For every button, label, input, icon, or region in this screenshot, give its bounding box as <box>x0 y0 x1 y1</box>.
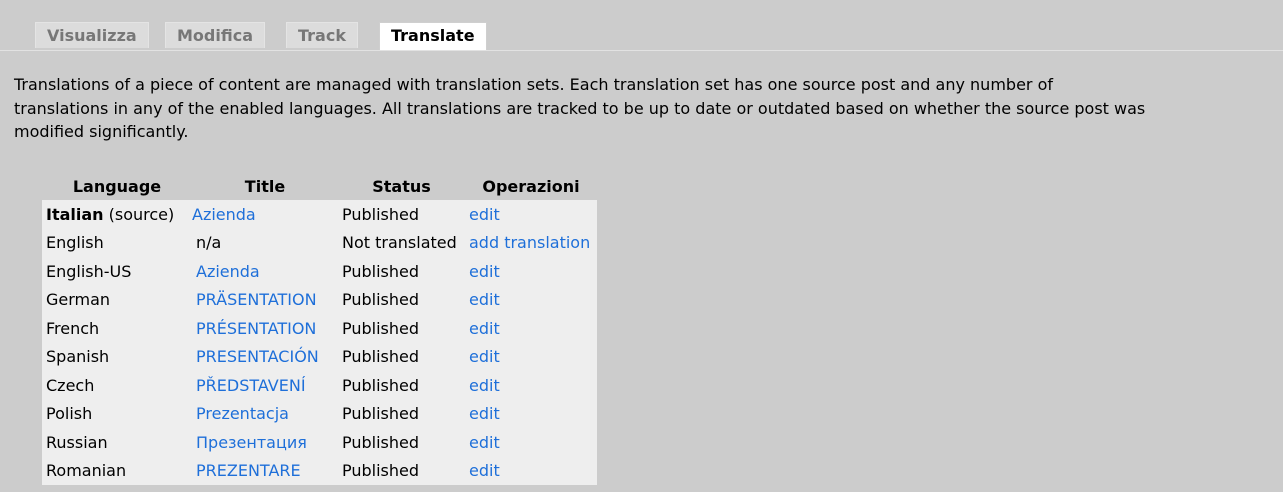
title-link[interactable]: Prezentacja <box>196 404 289 423</box>
language-cell: German <box>42 285 192 314</box>
translations-table: Language Title Status Operazioni Italian… <box>42 173 597 485</box>
edit-link[interactable]: edit <box>469 347 500 366</box>
table-row: German PRÄSENTATION Published edit <box>42 285 597 314</box>
intro-line-2: translations in any of the enabled langu… <box>14 98 1146 118</box>
table-row: Russian Презентация Published edit <box>42 428 597 457</box>
language-cell: Polish <box>42 399 192 428</box>
table-row: Polish Prezentacja Published edit <box>42 399 597 428</box>
title-cell: PŘEDSTAVENÍ <box>192 371 338 400</box>
language-cell: English <box>42 228 192 257</box>
operations-cell: edit <box>465 314 597 343</box>
tab-bar: Visualizza Modifica Track Translate <box>0 0 1283 51</box>
operations-cell: add translation <box>465 228 597 257</box>
title-link[interactable]: PŘEDSTAVENÍ <box>196 376 306 395</box>
table-row: Romanian PREZENTARE Published edit <box>42 456 597 485</box>
status-cell: Published <box>338 200 465 229</box>
language-cell: Spanish <box>42 342 192 371</box>
column-header-title: Title <box>192 173 338 200</box>
edit-link[interactable]: edit <box>469 376 500 395</box>
operations-cell: edit <box>465 285 597 314</box>
intro-text: Translations of a piece of content are m… <box>14 73 1283 144</box>
language-cell: Russian <box>42 428 192 457</box>
title-cell: Презентация <box>192 428 338 457</box>
status-cell: Published <box>338 456 465 485</box>
title-link[interactable]: PRÉSENTATION <box>196 319 316 338</box>
tab-track[interactable]: Track <box>286 22 358 48</box>
status-cell: Published <box>338 428 465 457</box>
operations-cell: edit <box>465 257 597 286</box>
status-cell: Published <box>338 342 465 371</box>
operations-cell: edit <box>465 342 597 371</box>
title-cell: PREZENTARE <box>192 456 338 485</box>
table-row: Italian (source) Azienda Published edit <box>42 200 597 229</box>
tab-modifica[interactable]: Modifica <box>165 22 265 48</box>
language-cell: French <box>42 314 192 343</box>
title-link[interactable]: PRÄSENTATION <box>196 290 317 309</box>
add-translation-link[interactable]: add translation <box>469 233 590 252</box>
column-header-operations: Operazioni <box>465 173 597 200</box>
title-cell: PRÄSENTATION <box>192 285 338 314</box>
edit-link[interactable]: edit <box>469 404 500 423</box>
operations-cell: edit <box>465 399 597 428</box>
language-name: Italian <box>46 204 104 224</box>
column-header-language: Language <box>42 173 192 200</box>
status-cell: Published <box>338 371 465 400</box>
intro-line-3: modified significantly. <box>14 122 189 141</box>
operations-cell: edit <box>465 371 597 400</box>
language-cell: Czech <box>42 371 192 400</box>
title-link[interactable]: PREZENTARE <box>196 461 301 480</box>
edit-link[interactable]: edit <box>469 205 500 224</box>
status-cell: Published <box>338 285 465 314</box>
status-cell: Published <box>338 399 465 428</box>
table-row: English-US Azienda Published edit <box>42 257 597 286</box>
edit-link[interactable]: edit <box>469 433 500 452</box>
status-cell: Published <box>338 257 465 286</box>
status-cell: Not translated <box>338 228 465 257</box>
column-header-status: Status <box>338 173 465 200</box>
title-cell: Azienda <box>192 257 338 286</box>
language-cell: English-US <box>42 257 192 286</box>
language-cell: Italian (source) <box>42 200 192 229</box>
title-link[interactable]: Презентация <box>196 433 307 452</box>
source-label: (source) <box>103 204 175 224</box>
status-cell: Published <box>338 314 465 343</box>
title-link[interactable]: PRESENTACIÓN <box>196 347 319 366</box>
title-link[interactable]: Azienda <box>196 262 260 281</box>
title-link[interactable]: Azienda <box>192 205 256 224</box>
title-cell: n/a <box>192 228 338 257</box>
operations-cell: edit <box>465 428 597 457</box>
table-row: French PRÉSENTATION Published edit <box>42 314 597 343</box>
table-body: Italian (source) Azienda Published edit Engl… <box>42 200 597 485</box>
intro-line-1: Translations of a piece of content are m… <box>14 75 1053 94</box>
tab-translate[interactable]: Translate <box>379 22 487 50</box>
operations-cell: edit <box>465 456 597 485</box>
table-row: Spanish PRESENTACIÓN Published edit <box>42 342 597 371</box>
tab-visualizza[interactable]: Visualizza <box>35 22 149 48</box>
title-cell: PRÉSENTATION <box>192 314 338 343</box>
edit-link[interactable]: edit <box>469 262 500 281</box>
language-cell: Romanian <box>42 456 192 485</box>
table-row: English n/a Not translated add translation <box>42 228 597 257</box>
table-header-row: Language Title Status Operazioni <box>42 173 597 200</box>
edit-link[interactable]: edit <box>469 461 500 480</box>
operations-cell: edit <box>465 200 597 229</box>
edit-link[interactable]: edit <box>469 319 500 338</box>
title-cell: PRESENTACIÓN <box>192 342 338 371</box>
edit-link[interactable]: edit <box>469 290 500 309</box>
title-cell: Prezentacja <box>192 399 338 428</box>
table-row: Czech PŘEDSTAVENÍ Published edit <box>42 371 597 400</box>
title-cell: Azienda <box>192 200 338 229</box>
